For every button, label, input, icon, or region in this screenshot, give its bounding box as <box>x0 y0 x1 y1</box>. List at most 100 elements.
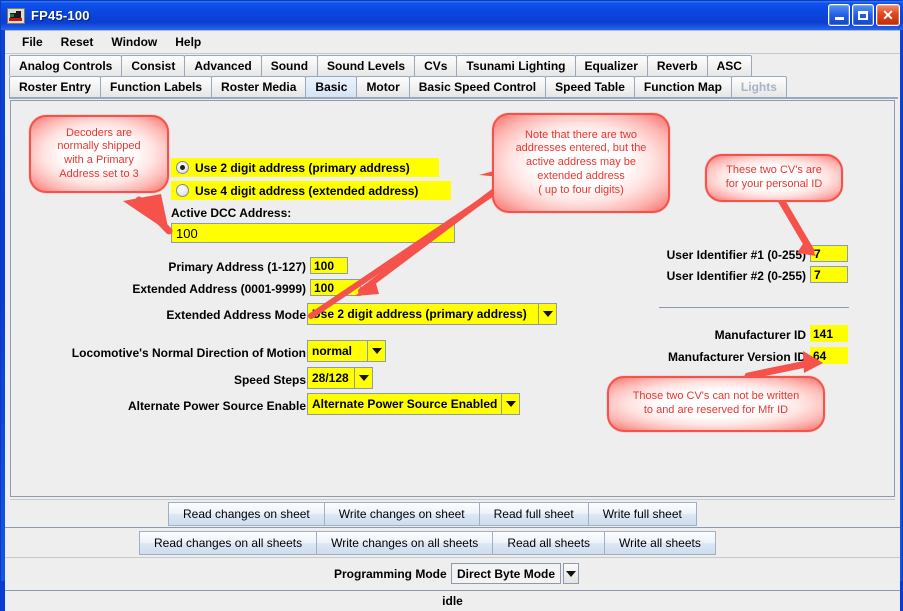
tab-label: Function Labels <box>110 80 202 94</box>
minimize-button[interactable] <box>828 4 850 26</box>
button-label: Read changes on sheet <box>183 507 310 521</box>
programming-mode-select[interactable]: Direct Byte Mode <box>451 563 579 584</box>
tab-roster-entry[interactable]: Roster Entry <box>9 76 101 97</box>
read-all-sheets-button[interactable]: Read all sheets <box>492 531 605 555</box>
chevron-down-icon <box>563 563 579 584</box>
tab-consist[interactable]: Consist <box>121 55 185 76</box>
callout-line: Note that there are two <box>516 129 647 143</box>
window-title: FP45-100 <box>31 8 90 23</box>
basic-settings-panel: Use 2 digit address (primary address) Us… <box>10 100 895 497</box>
maximize-button[interactable] <box>852 4 874 26</box>
tab-speed-table[interactable]: Speed Table <box>545 76 635 97</box>
tab-label: Sound <box>271 59 308 73</box>
tab-function-map[interactable]: Function Map <box>634 76 732 97</box>
tab-label: CVs <box>424 59 447 73</box>
tab-label: Roster Entry <box>19 80 91 94</box>
programming-mode-value: Direct Byte Mode <box>451 563 561 584</box>
menu-help[interactable]: Help <box>166 33 210 51</box>
write-changes-on-sheet-button[interactable]: Write changes on sheet <box>324 502 480 526</box>
callout-line: to and are reserved for Mfr ID <box>633 404 800 418</box>
menu-window[interactable]: Window <box>102 33 166 51</box>
tab-advanced[interactable]: Advanced <box>184 55 261 76</box>
tab-label: Basic Speed Control <box>419 80 536 94</box>
tab-label: Reverb <box>657 59 698 73</box>
callout-line: extended address <box>516 170 647 184</box>
application-window: FP45-100 ✕ File Reset Window Help Analog… <box>0 0 903 582</box>
menu-file[interactable]: File <box>13 33 52 51</box>
tab-label: Sound Levels <box>327 59 405 73</box>
all-sheets-buttons-bar: Read changes on all sheets Write changes … <box>5 527 900 557</box>
tab-basic-speed-control[interactable]: Basic Speed Control <box>409 76 546 97</box>
tab-basic[interactable]: Basic <box>305 76 357 97</box>
sheet-button-row: Read changes on sheet Write changes on sh… <box>168 502 696 526</box>
window-controls: ✕ <box>828 4 900 26</box>
callout-line: Decoders are <box>57 127 140 141</box>
callout-primary-address-note: Decoders are normally shipped with a Pri… <box>29 115 169 193</box>
tab-label: Motor <box>366 80 399 94</box>
tab-asc[interactable]: ASC <box>707 55 752 76</box>
button-label: Write changes on all sheets <box>331 536 478 550</box>
callout-line: These two CV's are <box>726 164 823 178</box>
tab-underline <box>9 97 898 99</box>
button-label: Read changes on all sheets <box>154 536 302 550</box>
close-button[interactable]: ✕ <box>876 4 900 26</box>
tab-label: Consist <box>131 59 175 73</box>
button-label: Write all sheets <box>619 536 701 550</box>
tab-sound-levels[interactable]: Sound Levels <box>317 55 415 76</box>
write-changes-on-all-sheets-button[interactable]: Write changes on all sheets <box>316 531 493 555</box>
tab-sound[interactable]: Sound <box>261 55 318 76</box>
tab-analog-controls[interactable]: Analog Controls <box>9 55 122 76</box>
tab-lights: Lights <box>731 76 787 97</box>
read-changes-on-all-sheets-button[interactable]: Read changes on all sheets <box>139 531 317 555</box>
menu-reset[interactable]: Reset <box>52 33 103 51</box>
all-sheets-button-row: Read changes on all sheets Write changes … <box>139 531 715 555</box>
tab-label: Speed Table <box>555 80 625 94</box>
button-label: Read full sheet <box>494 507 574 521</box>
tab-row-secondary: Roster Entry Function Labels Roster Media B… <box>9 76 786 97</box>
callout-line: Those two CV's can not be written <box>633 390 800 404</box>
button-label: Write full sheet <box>603 507 682 521</box>
sheet-buttons-bar: Read changes on sheet Write changes on sh… <box>10 499 895 527</box>
tab-label: Basic <box>315 80 347 94</box>
callout-line: with a Primary <box>57 154 140 168</box>
read-full-sheet-button[interactable]: Read full sheet <box>479 502 589 526</box>
tab-roster-media[interactable]: Roster Media <box>211 76 306 97</box>
tab-motor[interactable]: Motor <box>356 76 409 97</box>
callout-personal-id-note: These two CV's are for your personal ID <box>705 154 843 202</box>
write-full-sheet-button[interactable]: Write full sheet <box>588 502 697 526</box>
tab-reverb[interactable]: Reverb <box>647 55 708 76</box>
write-all-sheets-button[interactable]: Write all sheets <box>604 531 716 555</box>
tab-label: Advanced <box>194 59 251 73</box>
status-text: idle <box>442 594 463 608</box>
programming-mode-bar: Programming Mode Direct Byte Mode <box>5 557 900 590</box>
tab-label: Function Map <box>644 80 722 94</box>
callout-line: active address may be <box>516 156 647 170</box>
tab-label: Roster Media <box>221 80 296 94</box>
callout-line: normally shipped <box>57 140 140 154</box>
client-area: File Reset Window Help Analog Controls Co… <box>5 30 900 579</box>
title-bar: FP45-100 ✕ <box>1 1 903 30</box>
tab-label: Tsunami Lighting <box>466 59 565 73</box>
locomotive-icon <box>7 8 25 24</box>
tab-cvs[interactable]: CVs <box>414 55 457 76</box>
callout-two-addresses-note: Note that there are two addresses entere… <box>492 113 670 213</box>
callout-line: Address set to 3 <box>57 168 140 182</box>
tab-label: Analog Controls <box>19 59 112 73</box>
tab-function-labels[interactable]: Function Labels <box>100 76 212 97</box>
menu-bar: File Reset Window Help <box>5 31 900 54</box>
tab-label: Equalizer <box>585 59 638 73</box>
read-changes-on-sheet-button[interactable]: Read changes on sheet <box>168 502 325 526</box>
button-label: Write changes on sheet <box>339 507 465 521</box>
button-label: Read all sheets <box>507 536 590 550</box>
status-bar: idle <box>5 590 900 611</box>
tab-tsunami-lighting[interactable]: Tsunami Lighting <box>456 55 575 76</box>
callout-line: addresses entered, but the <box>516 142 647 156</box>
callout-line: ( up to four digits) <box>516 184 647 198</box>
tab-label: ASC <box>717 59 742 73</box>
programming-mode-label: Programming Mode <box>334 567 447 581</box>
tab-row-primary: Analog Controls Consist Advanced Sound Sound… <box>9 55 751 76</box>
tab-label: Lights <box>741 80 777 94</box>
callout-line: for your personal ID <box>726 178 823 192</box>
callout-mfr-readonly-note: Those two CV's can not be written to and… <box>607 376 825 432</box>
tab-equalizer[interactable]: Equalizer <box>575 55 648 76</box>
